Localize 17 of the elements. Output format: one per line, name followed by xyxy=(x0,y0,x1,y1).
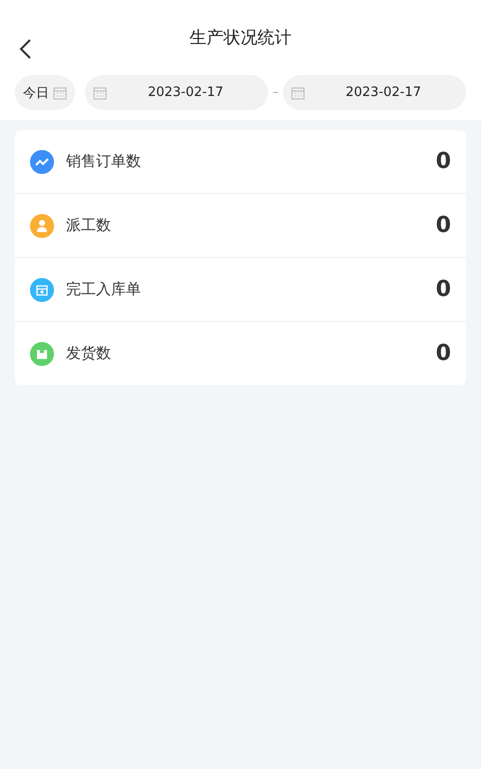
stat-value: 0 xyxy=(436,277,451,302)
calendar-icon xyxy=(93,86,107,100)
calendar-icon xyxy=(290,86,305,100)
page-title: 生产状况统计 xyxy=(190,27,292,49)
date-separator: – xyxy=(272,85,279,100)
stat-value: 0 xyxy=(436,149,451,174)
stat-label: 完工入库单 xyxy=(66,280,142,299)
stat-label: 派工数 xyxy=(66,216,112,235)
end-date-field[interactable]: 2023-02-17 xyxy=(282,75,466,110)
start-date-field[interactable]: 2023-02-17 xyxy=(85,75,268,110)
back-icon[interactable] xyxy=(18,38,32,60)
stat-label: 发货数 xyxy=(66,344,112,363)
stat-value: 0 xyxy=(436,213,451,238)
today-button[interactable]: 今日 xyxy=(15,75,75,110)
calendar-icon xyxy=(53,86,67,100)
stat-value: 0 xyxy=(436,341,451,366)
stat-label: 销售订单数 xyxy=(66,152,142,171)
